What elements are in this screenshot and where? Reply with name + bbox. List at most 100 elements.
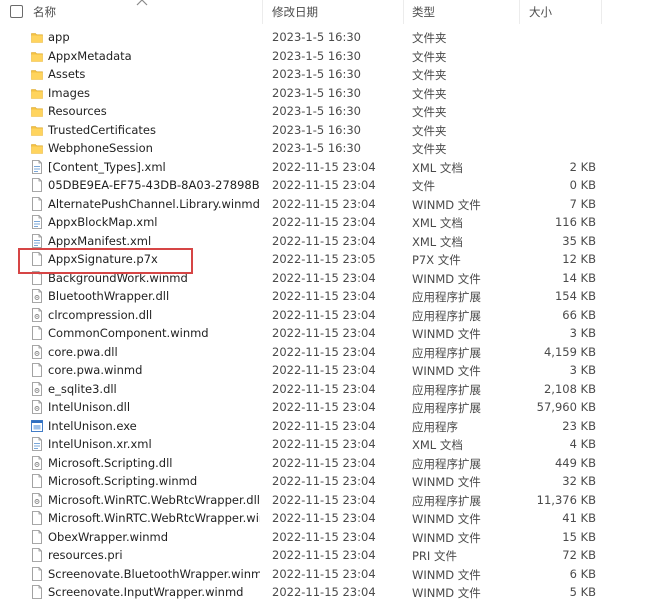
file-row[interactable]: AlternatePushChannel.Library.winmd 2022-1… xyxy=(0,195,660,214)
file-name: e_sqlite3.dll xyxy=(48,381,117,396)
file-type: 文件夹 xyxy=(412,86,447,101)
file-type: WINMD 文件 xyxy=(412,475,481,489)
file-type: 文件夹 xyxy=(412,49,447,64)
file-size: 154 KB xyxy=(554,289,596,303)
file-type: WINMD 文件 xyxy=(412,327,481,341)
column-divider[interactable] xyxy=(403,0,404,24)
file-row[interactable]: Microsoft.WinRTC.WebRtcWrapper.dll 2022-1… xyxy=(0,491,660,510)
file-name: Screenovate.BluetoothWrapper.winmd xyxy=(48,566,260,581)
file-name: Images xyxy=(48,85,91,100)
column-header-size[interactable]: 大小 xyxy=(529,4,552,20)
file-size: 3 KB xyxy=(569,326,596,340)
file-modified-date: 2023-1-5 16:30 xyxy=(272,122,361,137)
column-divider[interactable] xyxy=(601,0,602,24)
file-row[interactable]: AppxSignature.p7x 2022-11-15 23:05 P7X 文件 1… xyxy=(0,250,660,269)
file-icon xyxy=(31,252,43,266)
file-row[interactable]: IntelUnison.exe 2022-11-15 23:04 应用程序 23 KB xyxy=(0,417,660,436)
column-divider[interactable] xyxy=(262,0,263,24)
file-icon xyxy=(31,529,43,544)
file-modified-date: 2022-11-15 23:04 xyxy=(272,400,376,414)
file-modified-date: 2022-11-15 23:04 xyxy=(272,418,376,433)
file-name: CommonComponent.winmd xyxy=(48,326,209,340)
column-header-name[interactable]: 名称 xyxy=(33,4,56,20)
folder-icon xyxy=(31,123,43,137)
folder-icon xyxy=(31,49,43,63)
file-type: WINMD 文件 xyxy=(412,530,481,545)
file-name: IntelUnison.exe xyxy=(48,418,137,433)
file-size: 41 KB xyxy=(562,511,596,525)
file-modified-date: 2022-11-15 23:04 xyxy=(272,289,376,303)
file-row[interactable]: CommonComponent.winmd 2022-11-15 23:04 WIN… xyxy=(0,324,660,343)
file-row[interactable]: AppxBlockMap.xml 2022-11-15 23:04 XML 文档 11… xyxy=(0,213,660,232)
file-type: 应用程序 xyxy=(412,419,458,434)
file-size: 15 KB xyxy=(562,529,596,544)
file-name: [Content_Types].xml xyxy=(48,159,166,174)
file-name: AppxManifest.xml xyxy=(48,233,152,248)
file-row[interactable]: 05DBE9EA-EF75-43DB-8A03-27898B59... 2022-… xyxy=(0,176,660,195)
file-type: WINMD 文件 xyxy=(412,567,481,582)
file-size: 5 KB xyxy=(569,585,596,599)
dll-file-icon xyxy=(31,289,43,303)
column-header-date[interactable]: 修改日期 xyxy=(272,4,318,20)
file-name: ObexWrapper.winmd xyxy=(48,529,169,544)
file-modified-date: 2023-1-5 16:30 xyxy=(272,85,361,100)
file-type: 文件夹 xyxy=(412,68,447,82)
file-size: 449 KB xyxy=(554,455,596,470)
file-modified-date: 2022-11-15 23:04 xyxy=(272,270,376,285)
file-row[interactable]: app 2023-1-5 16:30 文件夹 xyxy=(0,28,660,47)
file-row[interactable]: Screenovate.InputWrapper.winmd 2022-11-15… xyxy=(0,583,660,602)
file-type: 应用程序扩展 xyxy=(412,308,481,323)
file-row[interactable]: TrustedCertificates 2023-1-5 16:30 文件夹 xyxy=(0,121,660,140)
file-row[interactable]: AppxManifest.xml 2022-11-15 23:04 XML 文档 35… xyxy=(0,232,660,251)
file-row[interactable]: Assets 2023-1-5 16:30 文件夹 xyxy=(0,65,660,84)
xml-file-icon xyxy=(31,233,43,248)
folder-icon xyxy=(31,141,43,155)
file-name: Screenovate.InputWrapper.winmd xyxy=(48,585,244,599)
file-name: BluetoothWrapper.dll xyxy=(48,289,170,303)
file-row[interactable]: e_sqlite3.dll 2022-11-15 23:04 应用程序扩展 2,108… xyxy=(0,380,660,399)
file-row[interactable]: WebphoneSession 2023-1-5 16:30 文件夹 xyxy=(0,139,660,158)
file-row[interactable]: ObexWrapper.winmd 2022-11-15 23:04 WINMD 文… xyxy=(0,528,660,547)
file-row[interactable]: core.pwa.dll 2022-11-15 23:04 应用程序扩展 4,159 … xyxy=(0,343,660,362)
file-row[interactable]: IntelUnison.xr.xml 2022-11-15 23:04 XML 文档… xyxy=(0,435,660,454)
xml-file-icon xyxy=(31,215,43,229)
column-header-type[interactable]: 类型 xyxy=(412,4,435,20)
file-row[interactable]: Images 2023-1-5 16:30 文件夹 xyxy=(0,84,660,103)
file-size: 12 KB xyxy=(562,252,596,266)
file-row[interactable]: AppxMetadata 2023-1-5 16:30 文件夹 xyxy=(0,47,660,66)
file-name: core.pwa.winmd xyxy=(48,363,143,377)
file-name: Microsoft.WinRTC.WebRtcWrapper.dll xyxy=(48,492,260,507)
file-row[interactable]: core.pwa.winmd 2022-11-15 23:04 WINMD 文件 3 … xyxy=(0,361,660,380)
select-all-checkbox[interactable] xyxy=(10,5,23,18)
file-name: Microsoft.Scripting.dll xyxy=(48,455,173,470)
file-modified-date: 2022-11-15 23:04 xyxy=(272,474,376,488)
file-modified-date: 2023-1-5 16:30 xyxy=(272,30,361,44)
folder-icon xyxy=(31,86,43,100)
file-modified-date: 2023-1-5 16:30 xyxy=(272,141,361,155)
file-modified-date: 2022-11-15 23:04 xyxy=(272,492,376,507)
file-row[interactable]: BackgroundWork.winmd 2022-11-15 23:04 WINM… xyxy=(0,269,660,288)
xml-file-icon xyxy=(31,437,43,451)
file-row[interactable]: Microsoft.WinRTC.WebRtcWrapper.winmd 2022… xyxy=(0,509,660,528)
file-row[interactable]: Microsoft.Scripting.winmd 2022-11-15 23:0… xyxy=(0,472,660,491)
file-icon xyxy=(31,196,43,211)
file-row[interactable]: [Content_Types].xml 2022-11-15 23:04 XML 文… xyxy=(0,158,660,177)
file-modified-date: 2022-11-15 23:04 xyxy=(272,437,376,451)
file-row[interactable]: Resources 2023-1-5 16:30 文件夹 xyxy=(0,102,660,121)
file-icon xyxy=(31,474,43,488)
folder-icon xyxy=(31,67,43,81)
file-row[interactable]: IntelUnison.dll 2022-11-15 23:04 应用程序扩展 57,… xyxy=(0,398,660,417)
file-name: Assets xyxy=(48,67,86,81)
file-row[interactable]: Microsoft.Scripting.dll 2022-11-15 23:04 应… xyxy=(0,454,660,473)
file-row[interactable]: resources.pri 2022-11-15 23:04 PRI 文件 72 KB xyxy=(0,546,660,565)
column-divider[interactable] xyxy=(519,0,520,24)
file-size: 57,960 KB xyxy=(536,400,596,414)
file-row[interactable]: BluetoothWrapper.dll 2022-11-15 23:04 应用程序… xyxy=(0,287,660,306)
file-row[interactable]: Screenovate.BluetoothWrapper.winmd 2022-1… xyxy=(0,565,660,584)
dll-file-icon xyxy=(31,381,43,396)
file-row[interactable]: clrcompression.dll 2022-11-15 23:04 应用程序扩展… xyxy=(0,306,660,325)
file-type: WINMD 文件 xyxy=(412,586,481,600)
file-icon xyxy=(31,585,43,599)
file-type: XML 文档 xyxy=(412,438,463,452)
file-type: 应用程序扩展 xyxy=(412,382,481,397)
